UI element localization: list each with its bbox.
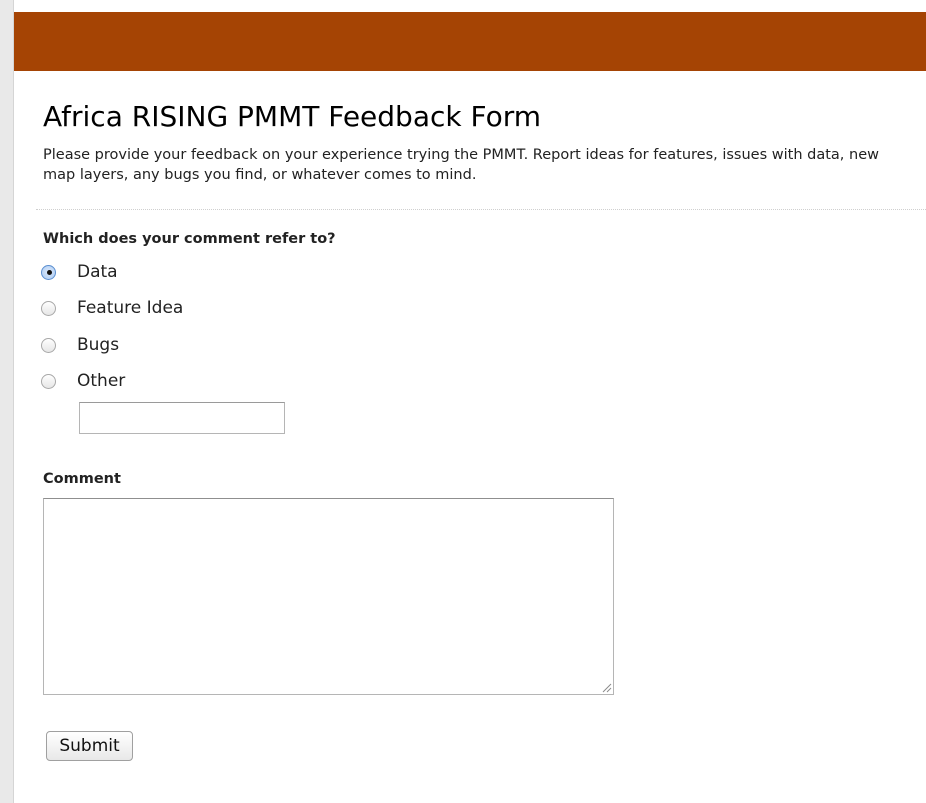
section-divider [36, 209, 926, 210]
radio-label-other[interactable]: Other [77, 371, 125, 391]
radio-label-feature-idea[interactable]: Feature Idea [77, 298, 183, 318]
form-description: Please provide your feedback on your exp… [43, 147, 879, 183]
header-bar [14, 12, 926, 71]
resize-grip-icon[interactable] [601, 682, 612, 693]
other-text-input[interactable] [79, 402, 285, 434]
radio-option-data[interactable]: Data [41, 261, 118, 283]
comment-label: Comment [43, 471, 121, 487]
radio-option-other[interactable]: Other [41, 370, 125, 392]
form-title: Africa RISING PMMT Feedback Form [43, 100, 542, 133]
radio-button-data[interactable] [41, 264, 56, 280]
radio-button-other[interactable] [41, 373, 56, 389]
radio-button-feature-idea[interactable] [41, 300, 56, 316]
radio-button-bugs[interactable] [41, 337, 56, 353]
left-edge [0, 0, 14, 803]
radio-label-data[interactable]: Data [77, 262, 118, 282]
radio-option-feature-idea[interactable]: Feature Idea [41, 297, 183, 319]
page-frame: Africa RISING PMMT Feedback Form Please … [0, 0, 926, 803]
comment-textarea[interactable] [43, 498, 614, 695]
submit-button[interactable]: Submit [46, 731, 133, 761]
radio-label-bugs[interactable]: Bugs [77, 335, 119, 355]
question-label: Which does your comment refer to? [43, 231, 336, 247]
radio-option-bugs[interactable]: Bugs [41, 334, 119, 356]
top-edge [0, 0, 926, 12]
